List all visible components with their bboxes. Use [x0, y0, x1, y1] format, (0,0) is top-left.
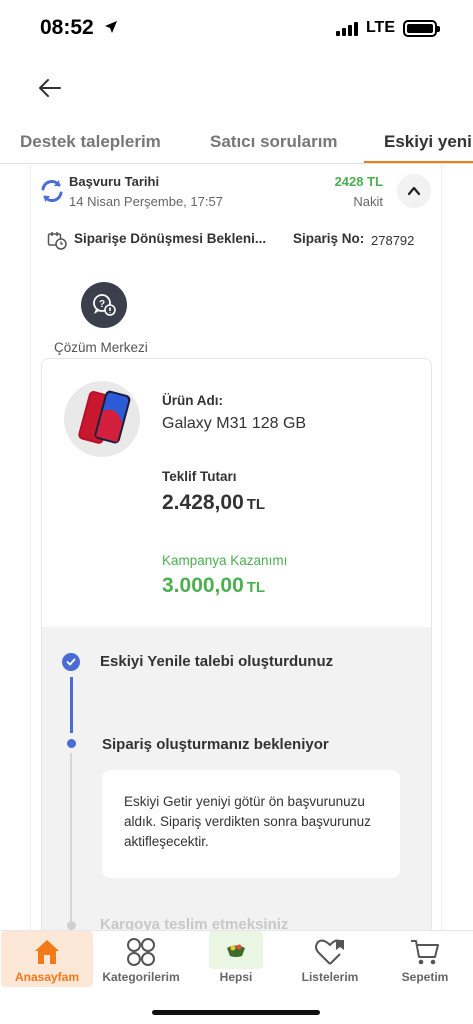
phone-image-icon — [78, 390, 131, 444]
nav-home[interactable]: Anasayfam — [1, 931, 93, 987]
offer-amount-label: Teklif Tutarı — [162, 469, 237, 484]
campaign-gain-value: 3.000,00 — [162, 574, 244, 597]
application-date-label: Başvuru Tarihi — [69, 174, 160, 189]
solution-center-button[interactable]: ? — [81, 282, 127, 328]
chevron-up-icon — [407, 186, 421, 196]
tab-trade-in[interactable]: Eskiyi yenil — [384, 132, 473, 152]
clock-text: 08:52 — [40, 16, 94, 39]
status-indicators: LTE — [335, 19, 440, 37]
heart-list-icon — [314, 937, 346, 967]
order-number-label: Sipariş No: — [293, 231, 365, 246]
payment-type: Nakit — [353, 194, 383, 209]
nav-lists[interactable]: Listelerim — [284, 931, 376, 987]
home-icon — [31, 937, 63, 967]
order-info-row: Siparişe Dönüşmesi Bekleni... Sipariş No… — [47, 230, 427, 250]
signal-icon — [335, 20, 358, 36]
location-arrow-icon — [104, 20, 118, 39]
timeline-line-active — [70, 677, 73, 733]
nav-hepsi-label: Hepsi — [219, 970, 253, 984]
nav-categories-label: Kategorilerim — [102, 970, 180, 984]
offer-amount-value: 2.428,00 — [162, 491, 244, 514]
nav-home-label: Anasayfam — [14, 970, 80, 984]
product-name-label: Ürün Adı: — [162, 393, 223, 408]
tab-seller-questions[interactable]: Satıcı sorularım — [210, 132, 338, 152]
campaign-gain-label: Kampanya Kazanımı — [162, 553, 288, 568]
categories-icon — [125, 937, 157, 967]
nav-cart[interactable]: Sepetim — [379, 931, 471, 987]
timeline-dot-current — [67, 739, 76, 748]
home-indicator — [152, 1010, 320, 1015]
check-icon — [62, 653, 80, 671]
application-date-value: 14 Nisan Perşembe, 17:57 — [69, 194, 223, 209]
refresh-icon — [39, 178, 65, 204]
tab-support-requests[interactable]: Destek taleplerim — [20, 132, 161, 152]
chat-question-icon: ? — [93, 294, 116, 316]
timeline-note: Eskiyi Getir yeniyi götür ön başvurunuzu… — [102, 770, 400, 878]
nav-hepsi[interactable]: Hepsi — [190, 931, 282, 987]
network-type: LTE — [365, 19, 395, 36]
package-clock-icon — [47, 230, 67, 250]
solution-center-label: Çözüm Merkezi — [54, 340, 148, 355]
cart-icon — [409, 937, 441, 967]
application-amount: 2428 TL — [334, 174, 383, 189]
tab-bar: Destek taleplerim Satıcı sorularım Eskiy… — [0, 122, 473, 164]
trade-in-application: Başvuru Tarihi 14 Nisan Perşembe, 17:57 … — [30, 164, 442, 930]
timeline-step-created: Eskiyi Yenile talebi oluşturdunuz — [100, 653, 334, 670]
campaign-gain: 3.000,00 TL — [162, 574, 265, 598]
product-image — [64, 381, 140, 457]
order-status: Siparişe Dönüşmesi Bekleni... — [74, 231, 267, 246]
nav-categories[interactable]: Kategorilerim — [95, 931, 187, 987]
svg-text:?: ? — [99, 299, 105, 310]
back-button[interactable] — [36, 74, 64, 102]
offer-amount: 2.428,00 TL — [162, 491, 265, 515]
arrow-left-icon — [39, 79, 61, 97]
nav-cart-label: Sepetim — [401, 970, 449, 984]
offer-currency: TL — [246, 496, 266, 513]
hepsi-icon — [209, 931, 263, 969]
nav-lists-label: Listelerim — [301, 970, 359, 984]
collapse-button[interactable] — [397, 174, 431, 208]
status-bar: 08:52 LTE — [0, 0, 473, 56]
status-time: 08:52 — [40, 16, 118, 40]
order-number: 278792 — [371, 233, 415, 248]
campaign-currency: TL — [246, 579, 266, 596]
battery-icon — [403, 19, 440, 37]
timeline-dot-pending — [67, 921, 76, 930]
status-timeline: Eskiyi Yenile talebi oluşturdunuz Sipari… — [42, 627, 431, 930]
timeline-line — [70, 753, 72, 930]
timeline-step-awaiting-order: Sipariş oluşturmanız bekleniyor — [102, 736, 329, 753]
product-card: Ürün Adı: Galaxy M31 128 GB Teklif Tutar… — [41, 358, 432, 930]
timeline-step-shipping: Kargoya teslim etmeksiniz — [100, 916, 289, 930]
product-name: Galaxy M31 128 GB — [162, 415, 307, 432]
